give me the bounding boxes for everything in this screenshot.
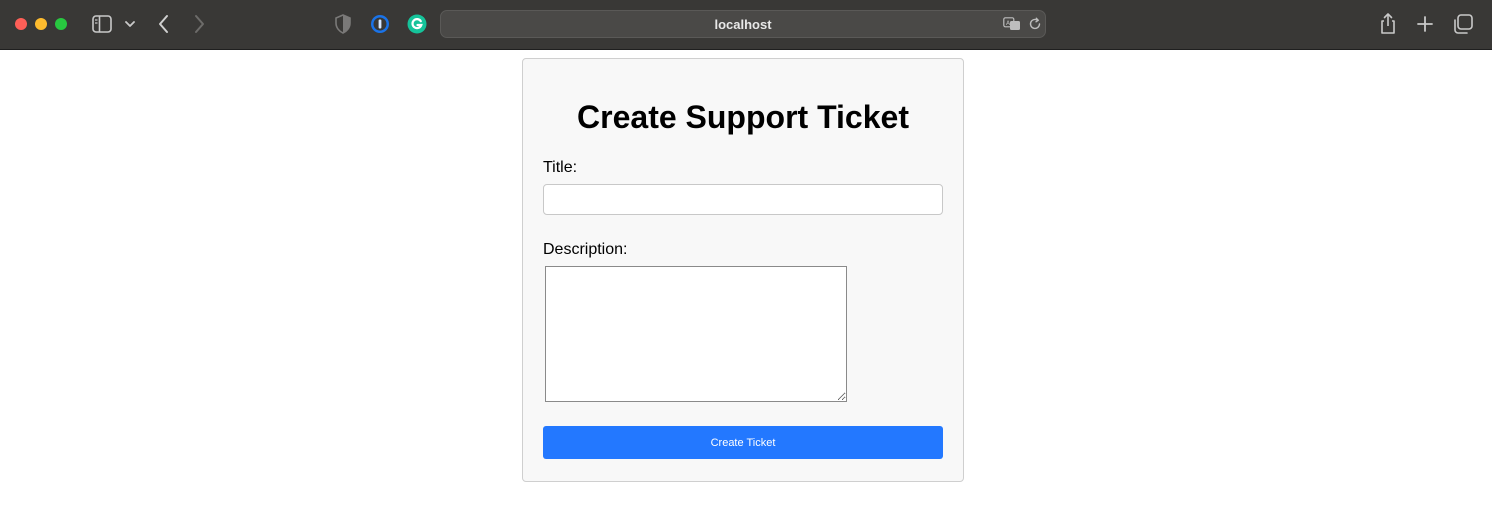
create-ticket-button[interactable]: Create Ticket bbox=[543, 426, 943, 459]
minimize-window-button[interactable] bbox=[35, 18, 47, 30]
share-icon[interactable] bbox=[1378, 12, 1398, 36]
url-text: localhost bbox=[714, 17, 772, 32]
privacy-shield-icon[interactable] bbox=[334, 14, 352, 34]
page-title: Create Support Ticket bbox=[577, 99, 909, 135]
title-label: Title: bbox=[543, 159, 578, 176]
password-manager-icon[interactable] bbox=[370, 14, 390, 34]
forward-arrow-icon[interactable] bbox=[190, 13, 208, 35]
ticket-form-card: Create Support Ticket Title: Description… bbox=[522, 58, 964, 482]
description-label: Description: bbox=[543, 241, 628, 258]
chevron-down-icon[interactable] bbox=[124, 17, 136, 31]
description-textarea[interactable] bbox=[545, 266, 847, 402]
grammarly-icon[interactable] bbox=[407, 14, 427, 34]
translate-icon[interactable]: A bbox=[1003, 17, 1021, 31]
browser-toolbar: localhost A bbox=[0, 0, 1492, 50]
new-tab-plus-icon[interactable] bbox=[1415, 14, 1435, 34]
close-window-button[interactable] bbox=[15, 18, 27, 30]
sidebar-toggle-icon[interactable] bbox=[92, 15, 112, 33]
zoom-window-button[interactable] bbox=[55, 18, 67, 30]
title-input[interactable] bbox=[543, 184, 943, 215]
back-arrow-icon[interactable] bbox=[155, 13, 173, 35]
reload-icon[interactable] bbox=[1028, 17, 1042, 31]
address-bar[interactable]: localhost A bbox=[440, 10, 1046, 38]
tab-overview-icon[interactable] bbox=[1452, 13, 1474, 35]
